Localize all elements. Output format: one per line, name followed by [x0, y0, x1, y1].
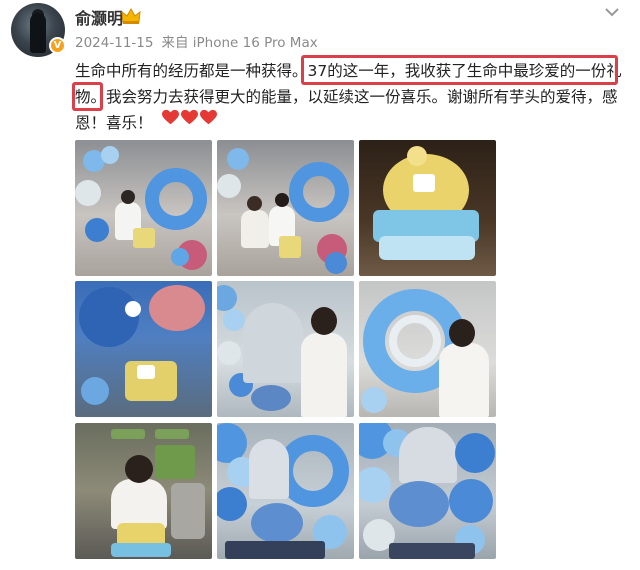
- photo-4[interactable]: [75, 281, 212, 417]
- backdrop-arch: [243, 303, 303, 383]
- moon-decoration: [407, 146, 427, 166]
- photo-7[interactable]: [75, 423, 212, 559]
- cake: [133, 228, 155, 248]
- balloon: [85, 218, 109, 242]
- balloon: [171, 248, 189, 266]
- wall-decoration: [155, 445, 195, 479]
- person-head: [275, 193, 289, 207]
- flower-bouquet: [389, 481, 449, 527]
- post-segment-1: 生命中所有的经历都是一种获得。: [75, 62, 308, 80]
- balloon: [227, 148, 249, 170]
- wall-decoration: [111, 429, 145, 439]
- person: [111, 479, 167, 529]
- balloon: [81, 377, 109, 405]
- cake: [279, 236, 301, 258]
- photo-2[interactable]: [217, 140, 354, 276]
- balloon: [217, 341, 241, 365]
- balloon-ring-inner: [389, 315, 441, 367]
- post-date: 2024-11-15: [75, 35, 154, 51]
- balloon: [223, 309, 245, 331]
- photo-6[interactable]: [359, 281, 496, 417]
- photo-1[interactable]: [75, 140, 212, 276]
- avatar-figure-body: [30, 13, 46, 53]
- photo-3[interactable]: [359, 140, 496, 276]
- emoji-row: [162, 109, 217, 126]
- post-segment-3: 我会努力去获得更大的能量，以延续这一份喜乐。谢谢所有芋头的爱待，感恩！喜乐！: [75, 88, 618, 132]
- balloon: [101, 146, 119, 164]
- person-head: [311, 307, 337, 335]
- cake-figure: [413, 174, 435, 192]
- person-head: [125, 455, 153, 483]
- balloon-ring: [145, 168, 207, 230]
- birthday-banner: [225, 541, 325, 559]
- person: [439, 343, 489, 417]
- cake-tier: [111, 543, 171, 557]
- balloon: [361, 387, 387, 413]
- person-head: [247, 196, 262, 211]
- person: [301, 333, 347, 417]
- flower-bouquet: [251, 385, 291, 411]
- photo-5[interactable]: [217, 281, 354, 417]
- backdrop-arch: [399, 427, 457, 483]
- sofa: [171, 483, 205, 539]
- post-source: 来自 iPhone 16 Pro Max: [161, 35, 318, 51]
- cake-tier: [379, 236, 475, 260]
- person-head: [121, 190, 135, 204]
- flower-bouquet: [251, 503, 303, 543]
- flower-bouquet: [79, 287, 139, 347]
- balloon: [217, 174, 241, 198]
- wall-decoration: [155, 429, 189, 439]
- highlight-box: [301, 55, 618, 85]
- balloon: [217, 285, 237, 311]
- person: [241, 210, 269, 248]
- balloon: [455, 433, 495, 473]
- balloon: [217, 487, 247, 521]
- balloon: [325, 252, 347, 274]
- balloon: [449, 479, 493, 523]
- cake-figure: [137, 365, 155, 379]
- heart-icon: [200, 109, 217, 125]
- birthday-banner: [389, 543, 475, 559]
- post-meta: 2024-11-15 来自 iPhone 16 Pro Max: [75, 31, 326, 51]
- heart-icon: [162, 109, 179, 125]
- crown-icon: [121, 7, 141, 24]
- photo-9[interactable]: [359, 423, 496, 559]
- chevron-down-icon[interactable]: [604, 6, 620, 18]
- highlight-box: [72, 82, 103, 111]
- balloon: [359, 467, 391, 503]
- photo-8[interactable]: [217, 423, 354, 559]
- verified-badge-icon: V: [49, 37, 66, 54]
- balloon: [75, 180, 101, 206]
- balloon-ring: [289, 162, 349, 222]
- person-head: [449, 319, 475, 347]
- username[interactable]: 俞灏明: [75, 5, 123, 29]
- heart-icon: [181, 109, 198, 125]
- flower-bouquet: [149, 285, 205, 331]
- flower: [125, 301, 141, 317]
- backdrop-arch: [249, 439, 289, 499]
